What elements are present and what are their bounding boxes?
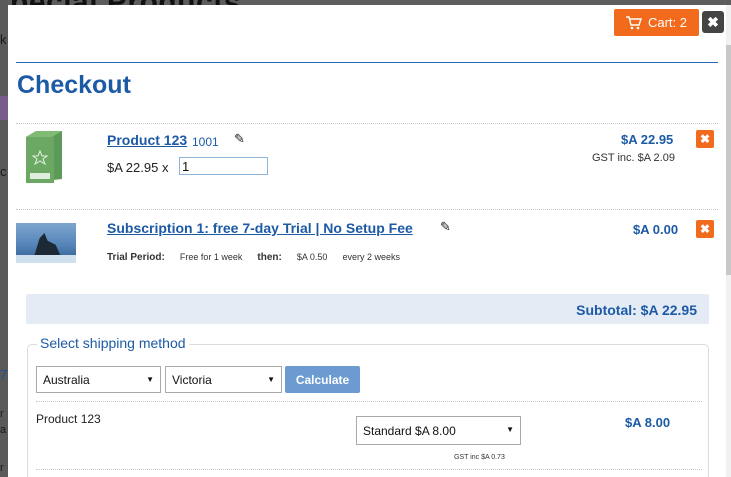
product-name-link[interactable]: Product 123 xyxy=(107,132,187,148)
shipping-method-select[interactable]: Standard $A 8.00 ▼ xyxy=(356,416,521,445)
background-fragment: r xyxy=(0,462,4,474)
header-divider xyxy=(16,62,718,63)
splash-image xyxy=(16,255,76,263)
subscription-thumbnail[interactable] xyxy=(16,223,76,263)
product-thumbnail[interactable] xyxy=(22,129,66,185)
remove-icon[interactable]: ✖ xyxy=(696,220,714,238)
checkout-modal: Cart: 2 ✖ Checkout Product 123 1001 ✎ $A… xyxy=(8,5,731,477)
then-label: then: xyxy=(257,252,282,263)
cart-label: Cart: 2 xyxy=(647,15,687,30)
quantity-input[interactable] xyxy=(179,157,268,175)
subscription-name-link[interactable]: Subscription 1: free 7-day Trial | No Se… xyxy=(107,220,413,236)
pencil-icon[interactable]: ✎ xyxy=(440,219,451,235)
item-total: $A 22.95 xyxy=(621,132,674,147)
shipping-gst: GST inc $A 0.73 xyxy=(454,454,505,461)
trial-value: Free for 1 week xyxy=(179,252,243,262)
shipping-divider xyxy=(36,401,702,402)
country-value: Australia xyxy=(43,372,90,387)
background-fragment: r xyxy=(0,408,4,420)
product-sku: 1001 xyxy=(192,135,219,149)
shipping-fieldset xyxy=(27,344,709,477)
item-divider xyxy=(16,123,718,124)
background-fragment: c xyxy=(0,164,7,179)
remove-icon[interactable]: ✖ xyxy=(696,130,714,148)
background-fragment: k xyxy=(0,32,7,47)
page-title: Checkout xyxy=(17,71,131,99)
item-gst: GST inc. $A 2.09 xyxy=(592,152,675,164)
state-value: Victoria xyxy=(172,372,212,387)
shipping-price: $A 8.00 xyxy=(625,415,671,430)
item-divider xyxy=(16,209,718,210)
chevron-down-icon: ▼ xyxy=(146,375,154,384)
state-select[interactable]: Victoria ▼ xyxy=(165,366,282,393)
calculate-button[interactable]: Calculate xyxy=(285,366,360,393)
trial-details: Trial Period: Free for 1 week then: $A 0… xyxy=(107,252,400,263)
unit-price: $A 22.95 x xyxy=(107,160,169,175)
subtotal-bar: Subtotal: $A 22.95 xyxy=(26,294,709,324)
close-icon[interactable]: ✖ xyxy=(702,11,724,33)
chevron-down-icon: ▼ xyxy=(267,375,275,384)
background-fragment-block xyxy=(0,96,8,120)
country-select[interactable]: Australia ▼ xyxy=(36,366,161,393)
trial-label: Trial Period: xyxy=(107,252,165,263)
then-period: every 2 weeks xyxy=(342,252,400,262)
cart-button[interactable]: Cart: 2 xyxy=(614,9,699,36)
shipping-product-name: Product 123 xyxy=(36,412,101,426)
subtotal-value: Subtotal: $A 22.95 xyxy=(576,302,697,318)
shipping-divider xyxy=(36,469,702,470)
background-fragment: a xyxy=(0,424,7,436)
modal-scrollbar-thumb[interactable] xyxy=(726,45,731,275)
then-price: $A 0.50 xyxy=(296,252,328,262)
background-fragment: 7 xyxy=(0,367,8,382)
shipping-legend: Select shipping method xyxy=(37,335,189,351)
shipping-method-value: Standard $A 8.00 xyxy=(363,423,456,438)
pencil-icon[interactable]: ✎ xyxy=(234,131,245,147)
cart-icon xyxy=(625,15,642,29)
background-page-strip xyxy=(0,0,8,477)
chevron-down-icon: ▼ xyxy=(506,425,514,434)
item-total: $A 0.00 xyxy=(633,222,679,237)
